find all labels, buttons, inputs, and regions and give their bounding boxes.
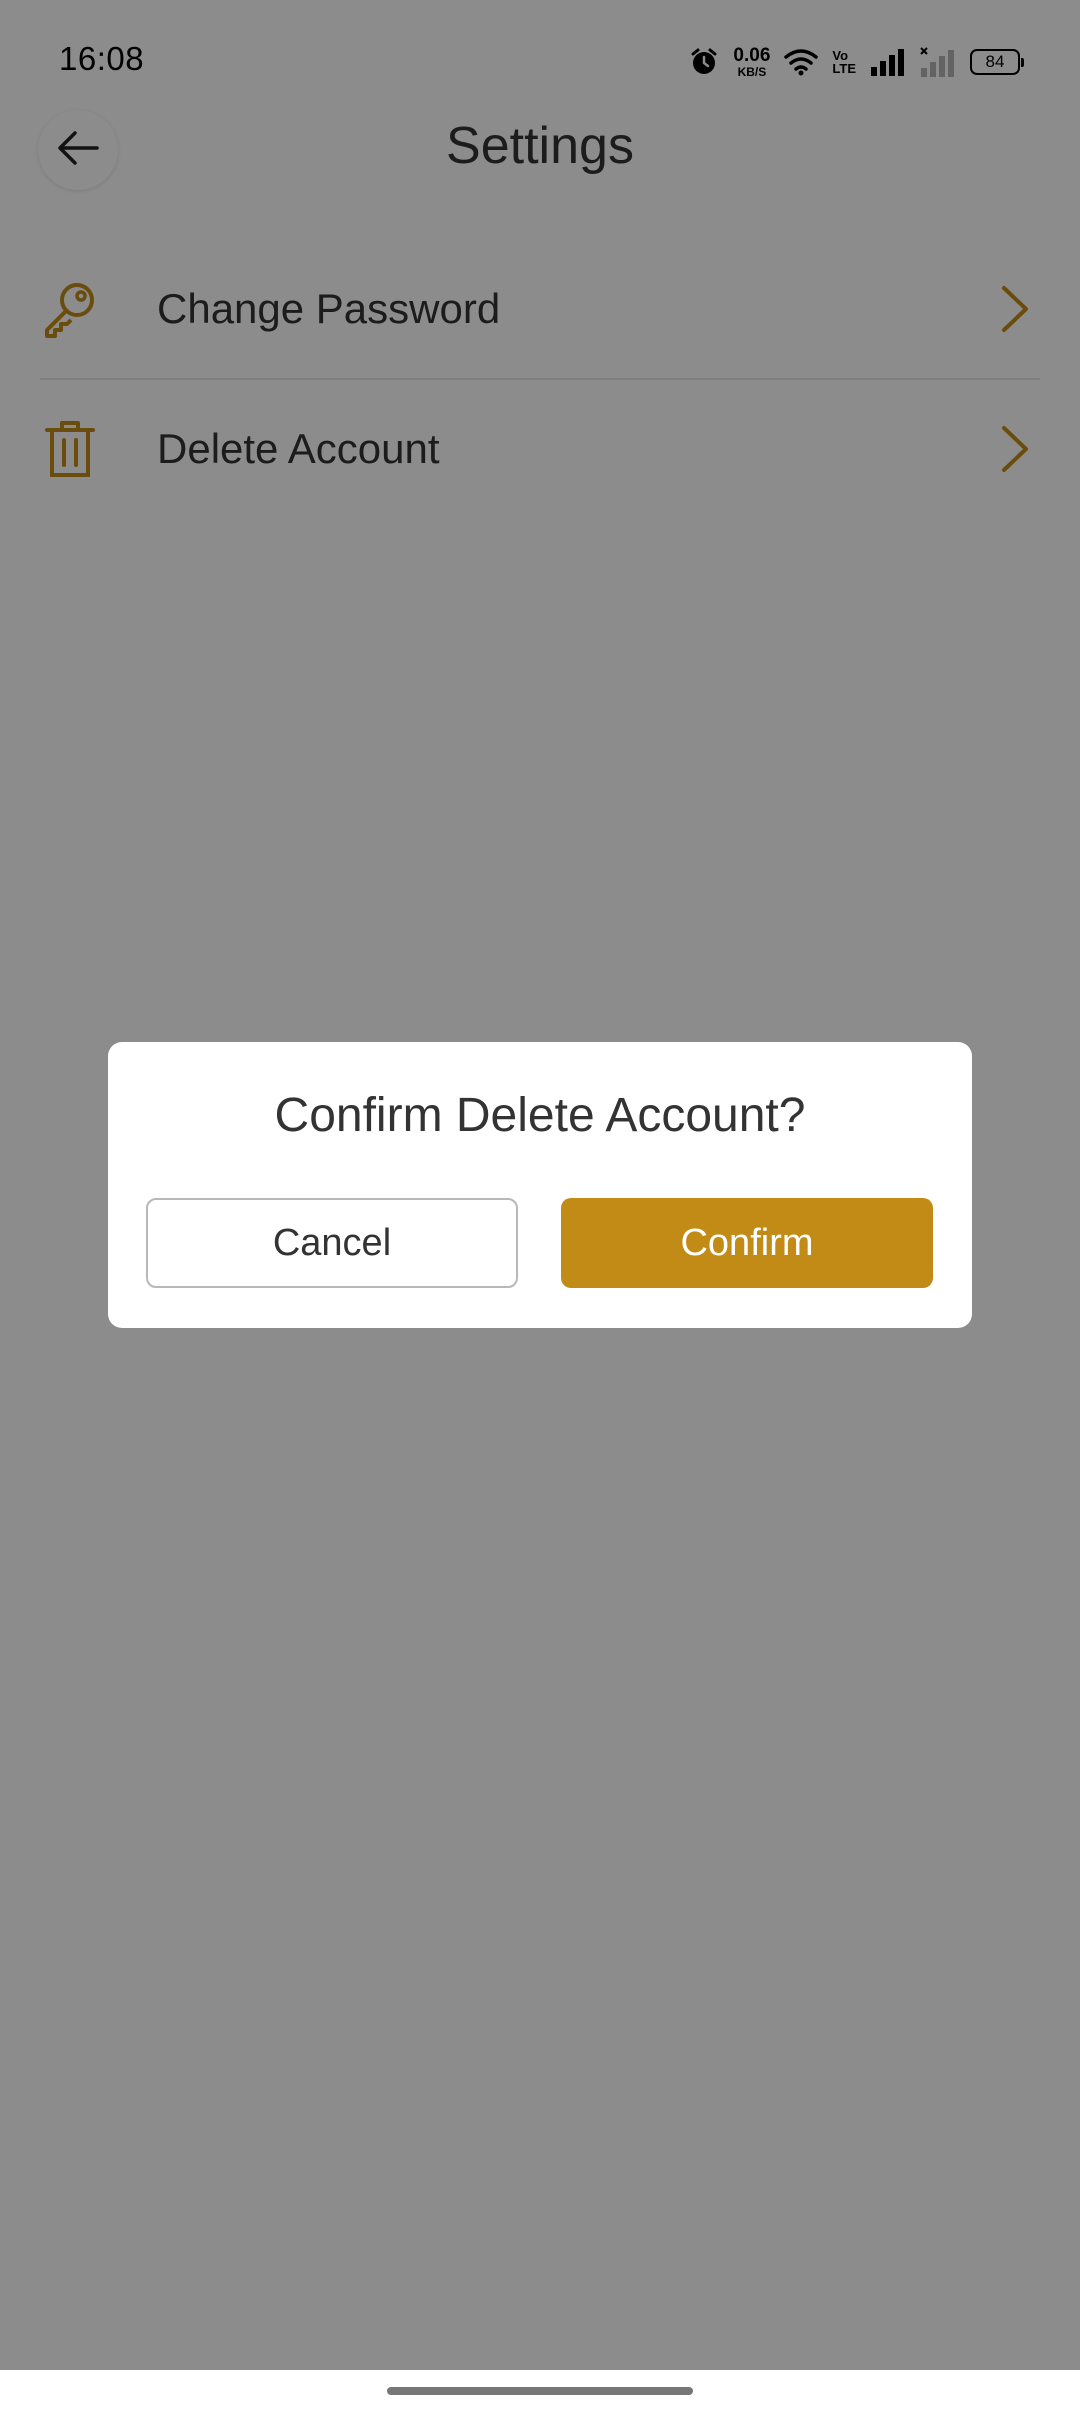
confirm-delete-dialog: Confirm Delete Account? Cancel Confirm bbox=[108, 1042, 972, 1328]
confirm-button[interactable]: Confirm bbox=[561, 1198, 933, 1288]
cancel-button[interactable]: Cancel bbox=[146, 1198, 518, 1288]
dialog-title: Confirm Delete Account? bbox=[274, 1089, 806, 1142]
home-indicator[interactable] bbox=[387, 2387, 693, 2395]
